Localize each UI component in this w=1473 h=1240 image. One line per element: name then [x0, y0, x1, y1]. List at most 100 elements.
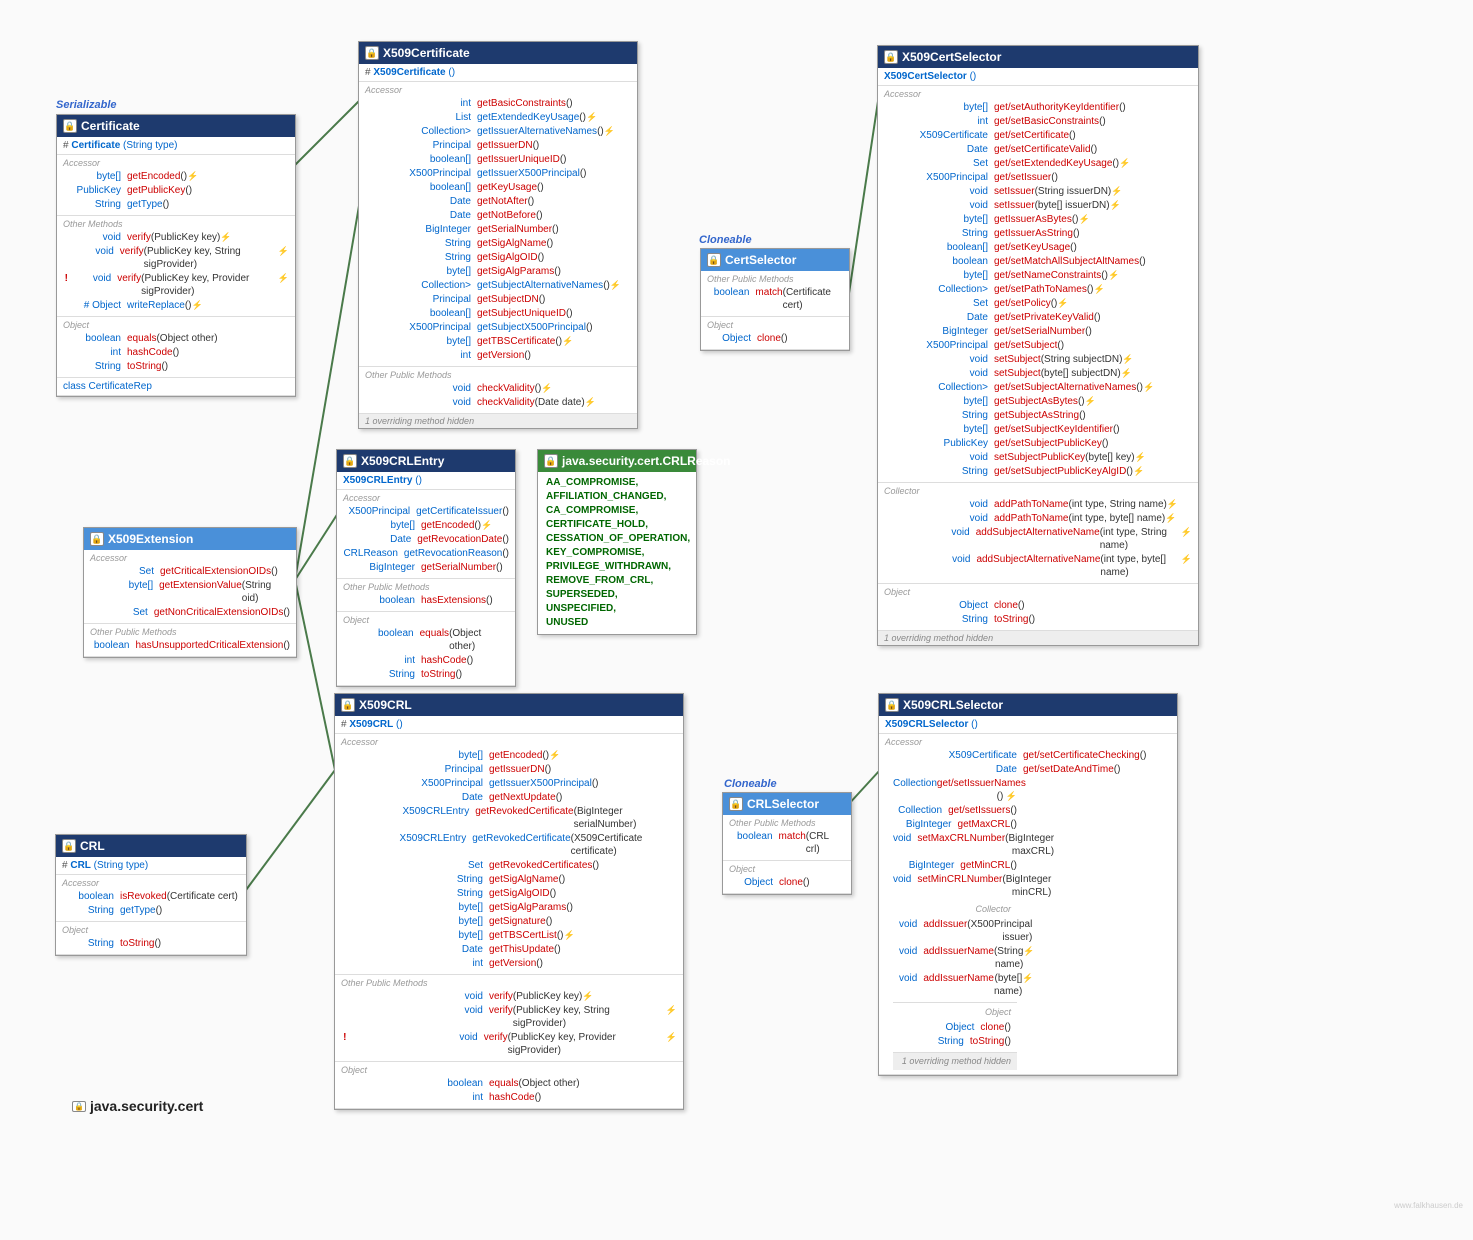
method-row: BigIntegergetSerialNumber () [365, 223, 631, 236]
method-row: byte[]getSignature () [341, 915, 677, 928]
method-row: # ObjectwriteReplace () ⚡ [63, 299, 289, 312]
interface-crlselector: 🔒CRLSelectorOther Public Methodsbooleanm… [722, 792, 852, 895]
method-row: Setget/setPolicy () ⚡ [884, 297, 1192, 310]
method-row: X500PrincipalgetIssuerX500Principal () [341, 777, 677, 790]
method-row: inthashCode () [343, 654, 509, 667]
method-row: inthashCode () [63, 346, 289, 359]
method-row: voidverify (PublicKey key, String sigPro… [63, 245, 289, 271]
section-object: Object [343, 615, 509, 625]
method-row: voidsetSubject (String subjectDN) ⚡ [884, 353, 1192, 366]
class-x509crlentry: 🔒X509CRLEntry X509CRLEntry ()AccessorX50… [336, 449, 516, 687]
class-ref: class CertificateRep [57, 378, 295, 396]
method-row: voidsetSubjectPublicKey (byte[] key) ⚡ [884, 451, 1192, 464]
method-row: Objectclone () [707, 332, 843, 345]
method-row: voidverify (PublicKey key, String sigPro… [341, 1004, 677, 1030]
method-row: DategetThisUpdate () [341, 943, 677, 956]
method-row: intget/setBasicConstraints () [884, 115, 1192, 128]
enum-values: AA_COMPROMISE,AFFILIATION_CHANGED,CA_COM… [538, 472, 696, 634]
method-row: X509CRLEntrygetRevokedCertificate (X509C… [341, 832, 677, 858]
method-row: intgetVersion () [341, 957, 677, 970]
section-object: Object [884, 587, 1192, 597]
method-row: byte[]getIssuerAsBytes () ⚡ [884, 213, 1192, 226]
method-row: booleanequals (Object other) [63, 332, 289, 345]
class-title: 🔒X509CRLSelector [879, 694, 1177, 716]
method-row: byte[]getEncoded () ⚡ [343, 519, 509, 532]
method-row: X500PrincipalgetIssuerX500Principal () [365, 167, 631, 180]
method-row: PublicKeygetPublicKey () [63, 184, 289, 197]
class-title: 🔒X509Extension [84, 528, 296, 550]
method-row: StringtoString () [899, 1035, 1011, 1048]
method-row: PrincipalgetIssuerDN () [365, 139, 631, 152]
method-row: booleanequals (Object other) [341, 1077, 677, 1090]
section-collector: Collector [899, 903, 1011, 916]
method-row: Collection>getIssuerAlternativeNames () … [365, 125, 631, 138]
method-row: BigIntegergetMinCRL () [893, 859, 1017, 872]
cert-icon: 🔒 [90, 532, 104, 546]
enum-crlreason: 🔒java.security.cert.CRLReasonAA_COMPROMI… [537, 449, 697, 635]
section-other: Other Methods [63, 219, 289, 229]
method-row: voidaddPathToName (int type, String name… [884, 498, 1192, 511]
section-other: Other Public Methods [343, 582, 509, 592]
cert-icon: 🔒 [884, 50, 898, 64]
method-row: booleanhasExtensions () [343, 594, 509, 607]
method-row: voidaddPathToName (int type, byte[] name… [884, 512, 1192, 525]
section-object: Object [341, 1065, 677, 1075]
method-row: Dateget/setPrivateKeyValid () [884, 311, 1192, 324]
footer-note: 1 overriding method hidden [359, 414, 637, 428]
class-title: 🔒X509CRL [335, 694, 683, 716]
method-row: StringtoString () [343, 668, 509, 681]
cert-icon: 🔒 [341, 698, 355, 712]
method-row: SetgetNonCriticalExtensionOIDs () [90, 606, 290, 619]
method-row: voidaddIssuerName (byte[] name) ⚡ [899, 972, 1011, 998]
stereotype-serializable: Serializable [56, 99, 117, 111]
method-row: X500Principalget/setIssuer () [884, 171, 1192, 184]
cert-icon: 🔒 [707, 253, 721, 267]
class-x509crl: 🔒X509CRL# X509CRL ()Accessorbyte[]getEnc… [334, 693, 684, 1110]
section-object: Object [899, 1006, 1011, 1019]
method-row: intgetBasicConstraints () [365, 97, 631, 110]
stereotype-cloneable-2: Cloneable [724, 778, 777, 790]
method-row: boolean[]getSubjectUniqueID () [365, 307, 631, 320]
method-row: booleanhasUnsupportedCriticalExtension (… [90, 639, 290, 652]
section-other: Other Public Methods [90, 627, 290, 637]
footer-note: 1 overriding method hidden [893, 1053, 1017, 1070]
method-row: SetgetRevokedCertificates () [341, 859, 677, 872]
method-row: DategetNextUpdate () [341, 791, 677, 804]
cert-icon: 🔒 [885, 698, 899, 712]
method-row: voidaddSubjectAlternativeName (int type,… [884, 553, 1192, 579]
method-row: ListgetExtendedKeyUsage () ⚡ [365, 111, 631, 124]
method-row: PrincipalgetIssuerDN () [341, 763, 677, 776]
section-accessor: Accessor [341, 737, 677, 747]
section-object: Object [707, 320, 843, 330]
method-row: booleanmatch (Certificate cert) [707, 286, 843, 312]
method-row: voidsetIssuer (byte[] issuerDN) ⚡ [884, 199, 1192, 212]
method-row: Objectclone () [729, 876, 845, 889]
cert-icon: 🔒 [63, 119, 77, 133]
class-certificate: 🔒Certificate# Certificate (String type)A… [56, 114, 296, 397]
method-row: Dateget/setCertificateValid () [884, 143, 1192, 156]
section-accessor: Accessor [90, 553, 290, 563]
method-row: voidverify (PublicKey key) ⚡ [63, 231, 289, 244]
method-row: byte[]getTBSCertificate () ⚡ [365, 335, 631, 348]
method-row: boolean[]getIssuerUniqueID () [365, 153, 631, 166]
cert-icon: 🔒 [62, 839, 76, 853]
method-row: voidcheckValidity () ⚡ [365, 382, 631, 395]
class-title: 🔒X509CertSelector [878, 46, 1198, 68]
constructor: # X509CRL () [335, 716, 683, 734]
class-title: 🔒java.security.cert.CRLReason [538, 450, 696, 472]
class-x509crlselector: 🔒X509CRLSelector X509CRLSelector ()Acces… [878, 693, 1178, 1076]
method-row: BigIntegergetMaxCRL () [893, 818, 1017, 831]
method-row: voidsetIssuer (String issuerDN) ⚡ [884, 185, 1192, 198]
method-row: Objectclone () [884, 599, 1192, 612]
method-row: !voidverify (PublicKey key, Provider sig… [63, 272, 289, 298]
method-row: byte[]get/setNameConstraints () ⚡ [884, 269, 1192, 282]
cert-icon: 🔒 [72, 1101, 86, 1112]
constructor: X509CRLEntry () [337, 472, 515, 490]
method-row: CRLReasongetRevocationReason () [343, 547, 509, 560]
method-row: PublicKeyget/setSubjectPublicKey () [884, 437, 1192, 450]
class-title: 🔒CertSelector [701, 249, 849, 271]
method-row: voidsetMinCRLNumber (BigInteger minCRL) [893, 873, 1017, 899]
method-row: byte[]get/setAuthorityKeyIdentifier () [884, 101, 1192, 114]
method-row: StringgetType () [63, 198, 289, 211]
method-row: StringgetSigAlgOID () [365, 251, 631, 264]
